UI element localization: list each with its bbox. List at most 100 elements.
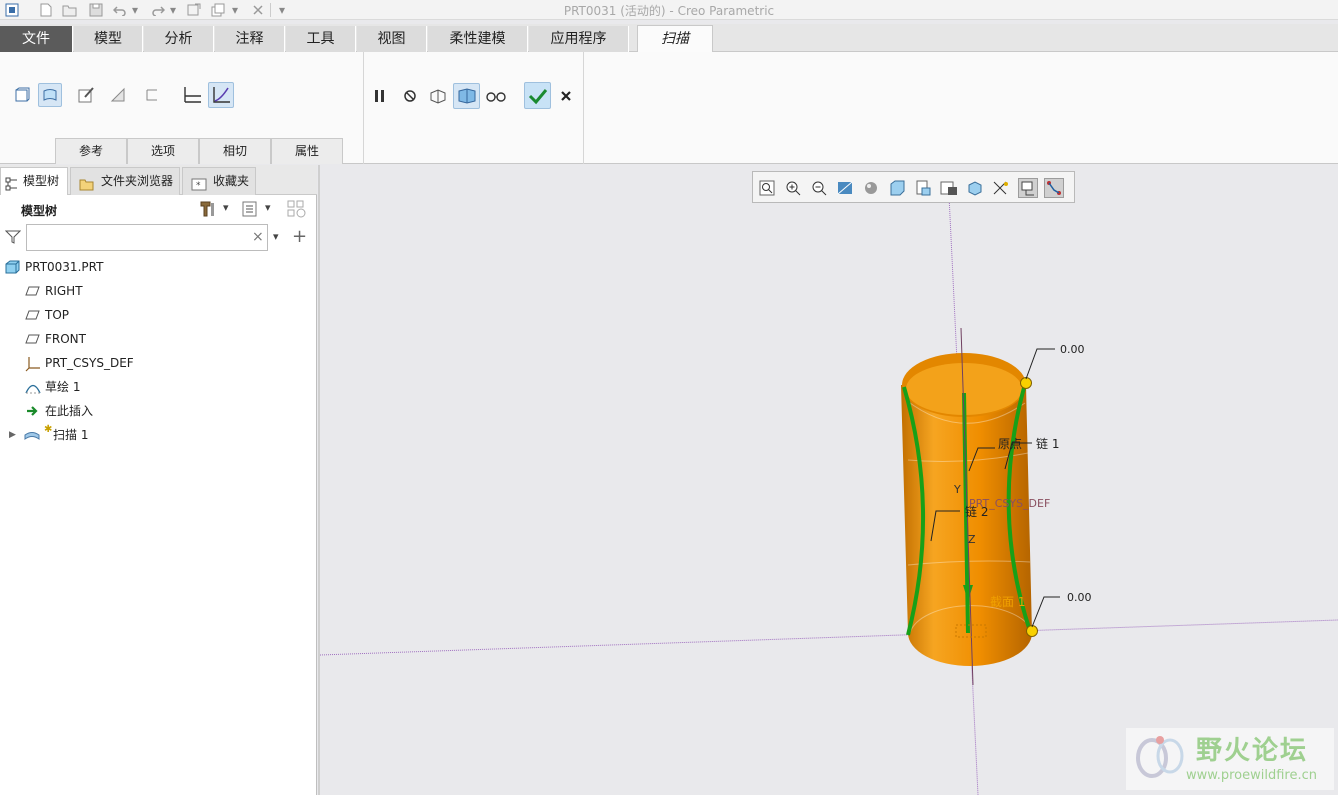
- tree-columns-icon[interactable]: [241, 200, 259, 221]
- panel-tangency[interactable]: 相切: [199, 138, 271, 164]
- insert-arrow-icon: [25, 404, 41, 418]
- model-tree-title: 模型树: [21, 204, 58, 218]
- datum-axis-line: [320, 619, 1338, 656]
- watermark-text: 野火论坛: [1196, 736, 1309, 766]
- tab-file[interactable]: 文件: [0, 26, 73, 52]
- graphics-window[interactable]: 0.00 0.00 链 1 链 2 原点 PRT_CSYS_DEF 截面 1 Y…: [320, 165, 1338, 795]
- apply-checkmark-icon[interactable]: [524, 82, 551, 109]
- show-hide-icon[interactable]: [286, 199, 308, 222]
- divider: [363, 52, 364, 164]
- leader-line: [1031, 596, 1060, 628]
- sketch-section-icon[interactable]: [74, 83, 98, 107]
- panel-properties[interactable]: 属性: [271, 138, 343, 164]
- display-style-icon[interactable]: [861, 178, 881, 198]
- sweep-feature-icon: [23, 428, 40, 442]
- tab-sweep[interactable]: 扫描: [637, 25, 713, 53]
- model-tree-header: 模型树 ▾ ▾: [0, 195, 317, 223]
- tab-label: 收藏夹: [213, 174, 250, 188]
- sketch-display-icon[interactable]: [1044, 178, 1064, 198]
- tab-annotate[interactable]: 注释: [215, 26, 285, 52]
- tree-columns-dropdown-icon[interactable]: ▾: [265, 201, 271, 214]
- tree-item-label: TOP: [45, 308, 70, 322]
- filter-icon[interactable]: [4, 229, 22, 248]
- annotation-display-icon[interactable]: [1018, 178, 1038, 198]
- tree-settings-icon[interactable]: [198, 199, 218, 222]
- add-filter-icon[interactable]: +: [292, 226, 307, 247]
- zoom-out-icon[interactable]: [809, 178, 829, 198]
- tab-applications[interactable]: 应用程序: [529, 26, 629, 52]
- solid-sweep-icon[interactable]: [10, 83, 34, 107]
- navigator-tabs: 模型树 文件夹浏览器 * 收藏夹: [0, 165, 317, 195]
- watermark-url: www.proewildfire.cn: [1186, 768, 1317, 783]
- filter-dropdown-icon[interactable]: ▾: [273, 230, 279, 243]
- model-viewport[interactable]: [320, 165, 1338, 795]
- favorites-icon: *: [191, 174, 207, 191]
- watermark-logo-icon: [1130, 732, 1190, 789]
- datum-plane-icon: [25, 284, 41, 298]
- refit-icon[interactable]: [757, 178, 777, 198]
- chain-1-label[interactable]: 链 1: [1036, 435, 1059, 452]
- feature-preview-icon[interactable]: [453, 83, 480, 109]
- graphics-toolbar: [752, 171, 1075, 203]
- model-tree-icon: [5, 174, 19, 191]
- window-title: PRT0031 (活动的) - Creo Parametric: [563, 4, 775, 18]
- tree-item-label: 在此插入: [45, 404, 94, 418]
- end-handle[interactable]: [1026, 625, 1038, 637]
- tab-view[interactable]: 视图: [357, 26, 427, 52]
- variable-section-icon[interactable]: [208, 82, 234, 108]
- spin-center-icon[interactable]: [965, 178, 985, 198]
- tab-model-tree[interactable]: 模型树: [0, 167, 68, 195]
- leader-line: [1025, 348, 1055, 380]
- thicken-icon[interactable]: [140, 83, 164, 107]
- perspective-view-icon[interactable]: [939, 178, 959, 198]
- divider: [583, 52, 584, 164]
- verify-glasses-icon[interactable]: [484, 84, 508, 108]
- view-manager-icon[interactable]: [913, 178, 933, 198]
- constant-section-icon[interactable]: [180, 83, 204, 107]
- zoom-in-icon[interactable]: [783, 178, 803, 198]
- cancel-close-icon[interactable]: [554, 84, 578, 108]
- start-handle[interactable]: [1020, 377, 1032, 389]
- pause-icon[interactable]: [368, 84, 392, 108]
- origin-label[interactable]: 原点: [998, 435, 1022, 452]
- sketch-icon: [25, 380, 41, 394]
- end-value-label[interactable]: 0.00: [1067, 591, 1092, 604]
- folder-icon: [79, 174, 94, 191]
- expand-arrow-icon[interactable]: ▶: [9, 425, 16, 445]
- panel-options[interactable]: 选项: [127, 138, 199, 164]
- tree-item-label: 扫描 1: [53, 428, 89, 442]
- clear-filter-icon[interactable]: ×: [252, 229, 264, 245]
- preview-geometry-icon[interactable]: [426, 84, 450, 108]
- start-value-label[interactable]: 0.00: [1060, 343, 1085, 356]
- tree-search-input[interactable]: [26, 224, 268, 251]
- datum-display-icon[interactable]: [991, 178, 1011, 198]
- title-bar: ▾ ▾ ▾ ▾ PRT0031 (活动的) - Creo Parametric: [0, 0, 1338, 20]
- navigator-panel: 模型树 文件夹浏览器 * 收藏夹 模型树 ▾ ▾ × ▾ + PRT0031.P…: [0, 165, 317, 795]
- no-preview-icon[interactable]: [398, 84, 422, 108]
- tab-flexible-modeling[interactable]: 柔性建模: [428, 26, 528, 52]
- csys-icon: [25, 356, 41, 372]
- tree-settings-dropdown-icon[interactable]: ▾: [223, 201, 229, 214]
- tree-item-label: RIGHT: [45, 284, 83, 298]
- svg-text:*: *: [196, 181, 201, 191]
- tab-favorites[interactable]: * 收藏夹: [182, 167, 256, 195]
- tree-item-label: PRT0031.PRT: [25, 260, 104, 274]
- panel-references[interactable]: 参考: [55, 138, 127, 164]
- tab-folder-browser[interactable]: 文件夹浏览器: [70, 167, 180, 195]
- section-label[interactable]: 截面 1: [990, 593, 1025, 610]
- tab-analysis[interactable]: 分析: [144, 26, 214, 52]
- tab-label: 模型树: [23, 174, 60, 188]
- tree-filter-row: × ▾ +: [0, 223, 317, 253]
- remove-material-icon[interactable]: [106, 83, 130, 107]
- ribbon-tabs: 文件 模型 分析 注释 工具 视图 柔性建模 应用程序 扫描: [0, 24, 1338, 53]
- axis-y-label: Y: [954, 483, 961, 496]
- sweep-dashboard: 参考 选项 相切 属性: [0, 52, 1338, 164]
- repaint-icon[interactable]: [835, 178, 855, 198]
- tab-tools[interactable]: 工具: [286, 26, 356, 52]
- tab-model[interactable]: 模型: [74, 26, 143, 52]
- datum-plane-icon: [25, 308, 41, 322]
- surface-sweep-icon[interactable]: [38, 83, 62, 107]
- axis-z-label: Z: [968, 533, 976, 546]
- saved-orientations-icon[interactable]: [887, 178, 907, 198]
- tree-item-label: PRT_CSYS_DEF: [45, 356, 134, 370]
